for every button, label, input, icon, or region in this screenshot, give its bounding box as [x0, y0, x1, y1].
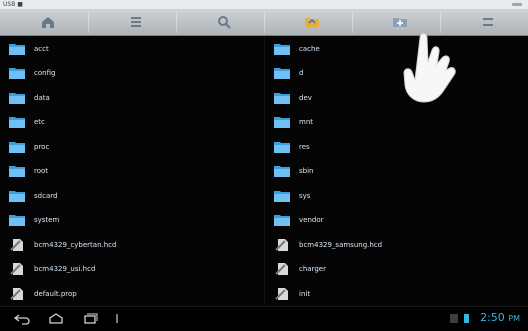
file-name: etc [34, 118, 45, 126]
folder-icon [9, 117, 25, 128]
home-icon [42, 17, 54, 28]
clock: 2:50 PM [480, 311, 520, 324]
file-column-left: acct config data etc proc root sdcard system bcm… [0, 36, 264, 306]
file-icon [10, 263, 23, 275]
file-icon [275, 238, 288, 251]
notification-icon [450, 314, 458, 323]
folder-icon [274, 117, 290, 128]
file-icon [275, 263, 288, 275]
folder-row[interactable]: data [0, 85, 264, 110]
back-icon [14, 314, 30, 325]
search-icon [218, 16, 231, 29]
file-icon [275, 287, 288, 300]
folder-icon [274, 141, 290, 153]
file-icon [10, 238, 23, 251]
file-name: root [34, 167, 49, 175]
folder-row[interactable]: mnt [265, 110, 528, 135]
file-name: config [34, 69, 56, 77]
folder-row[interactable]: acct [0, 36, 264, 61]
file-name: acct [34, 44, 49, 53]
file-name: charger [299, 265, 326, 273]
file-name: mnt [299, 118, 313, 126]
folder-icon [9, 190, 25, 202]
folder-up-icon [305, 18, 319, 27]
folder-row[interactable]: sdcard [0, 183, 264, 208]
folder-icon [9, 43, 25, 55]
home-button[interactable] [8, 11, 89, 33]
touch-hand-icon [403, 33, 456, 103]
file-name: sbin [299, 167, 314, 175]
folder-icon [274, 215, 290, 226]
file-icon [10, 287, 23, 300]
search-button[interactable] [184, 11, 265, 33]
folder-up-button[interactable] [272, 11, 353, 33]
usb-indicator-icon [116, 314, 118, 323]
list-view-icon [131, 17, 141, 27]
file-row[interactable]: bcm4329_usi.hcd [0, 257, 264, 282]
file-name: d [299, 69, 304, 77]
file-name: res [299, 142, 310, 151]
file-name: cache [299, 44, 320, 53]
folder-icon [9, 141, 25, 153]
file-name: init [299, 289, 311, 298]
menu-icon [483, 18, 493, 26]
file-name: sdcard [34, 191, 58, 200]
file-row[interactable]: default.prop [0, 281, 264, 306]
folder-icon [9, 166, 25, 177]
battery-charging-icon [464, 314, 469, 323]
file-name: sys [299, 191, 311, 200]
folder-icon [274, 166, 290, 177]
file-name: dev [299, 93, 312, 102]
file-name: bcm4329_cybertan.hcd [34, 240, 117, 249]
back-button[interactable] [12, 312, 32, 326]
file-row[interactable]: bcm4329_samsung.hcd [265, 232, 528, 257]
recent-apps-icon [84, 313, 98, 324]
folder-icon [274, 43, 290, 55]
clock-suffix: PM [508, 314, 520, 323]
file-row[interactable]: bcm4329_cybertan.hcd [0, 232, 264, 257]
folder-icon [9, 215, 25, 226]
file-name: vendor [299, 216, 324, 224]
folder-row[interactable]: vendor [265, 208, 528, 233]
file-row[interactable]: charger [265, 257, 528, 282]
file-name: system [34, 216, 60, 224]
navigation-bar: 2:50 PM [0, 306, 528, 331]
file-name: bcm4329_usi.hcd [34, 265, 96, 273]
folder-icon [9, 92, 25, 104]
folder-icon [274, 92, 290, 104]
file-name: data [34, 93, 50, 102]
folder-row[interactable]: config [0, 61, 264, 86]
recent-apps-button[interactable] [80, 312, 100, 326]
home-nav-icon [49, 313, 63, 324]
folder-icon [9, 68, 25, 79]
folder-row[interactable]: etc [0, 110, 264, 135]
folder-row[interactable]: sbin [265, 159, 528, 184]
file-name: proc [34, 142, 50, 151]
folder-row[interactable]: res [265, 134, 528, 159]
folder-row[interactable]: system [0, 208, 264, 233]
folder-row[interactable]: root [0, 159, 264, 184]
folder-row[interactable]: sys [265, 183, 528, 208]
list-view-button[interactable] [96, 11, 177, 33]
file-name: bcm4329_samsung.hcd [299, 240, 383, 249]
clock-time: 2:50 [480, 311, 505, 324]
file-row[interactable]: init [265, 281, 528, 306]
home-nav-button[interactable] [46, 312, 66, 326]
battery-icon [512, 3, 522, 6]
status-bar: USB ■ [0, 0, 528, 9]
folder-icon [274, 190, 290, 202]
folder-icon [274, 68, 290, 79]
folder-row[interactable]: proc [0, 134, 264, 159]
status-text: USB ■ [3, 1, 23, 8]
file-name: default.prop [34, 289, 77, 298]
